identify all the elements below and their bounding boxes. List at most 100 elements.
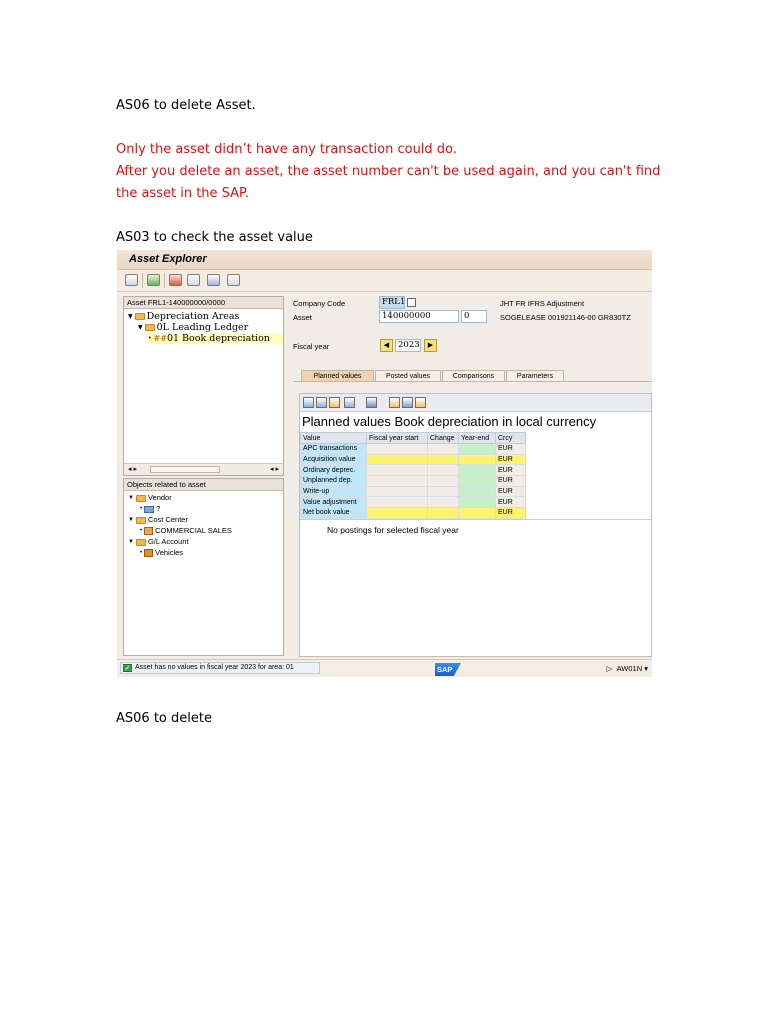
table-row[interactable]: Ordinary deprec. EUR <box>300 464 526 477</box>
tree-node-book-depreciation[interactable]: • ##01 Book depreciation <box>148 333 283 344</box>
note-line-3: the asset in the SAP. <box>116 186 249 201</box>
graphic-icon[interactable] <box>415 397 426 408</box>
column-header-fiscal-year-start[interactable]: Fiscal year start <box>366 432 428 444</box>
dropdown-arrow-icon[interactable]: ▾ <box>644 664 648 673</box>
tree-node-label: G/L Account <box>147 537 189 546</box>
tree-node-vendor[interactable]: ▼ Vendor <box>128 493 172 503</box>
folder-icon <box>134 313 145 320</box>
print-icon[interactable] <box>303 397 314 408</box>
note-line-1: Only the asset didn’t have any transacti… <box>116 142 457 157</box>
tree-node-label: ? <box>156 504 161 513</box>
row-label: Ordinary deprec. <box>300 464 367 477</box>
settings-icon[interactable] <box>207 274 220 286</box>
transfer-icon[interactable] <box>187 274 200 286</box>
column-header-year-end[interactable]: Year-end <box>458 432 496 444</box>
tree-node-cost-center-value[interactable]: • COMMERCIAL SALES <box>140 526 232 536</box>
fiscal-year-start-cell <box>366 464 428 477</box>
tree-horizontal-scrollbar[interactable]: ◂ ▸ ◂ ▸ <box>124 463 283 475</box>
next-year-button[interactable]: ▶ <box>424 339 437 352</box>
table-row[interactable]: Acquisition value EUR <box>300 453 526 466</box>
currency-cell: EUR <box>495 443 526 455</box>
company-name: JHT FR IFRS Adjustment <box>500 299 585 308</box>
refresh-icon[interactable] <box>125 274 138 286</box>
heading-as06-delete-asset: AS06 to delete Asset. <box>116 98 256 113</box>
sum-icon[interactable] <box>344 397 355 408</box>
tree-node-gl-account-value[interactable]: • Vehicles <box>140 548 183 558</box>
currency-cell: EUR <box>495 453 526 466</box>
currency-cell: EUR <box>495 464 526 477</box>
currency-cell: EUR <box>495 507 526 519</box>
toolbar-separator <box>164 273 165 288</box>
list-icon[interactable] <box>227 274 240 286</box>
fiscal-year-label: Fiscal year <box>293 342 330 351</box>
scroll-left-icon[interactable]: ◂ ▸ <box>128 464 137 475</box>
table-row[interactable]: Value adjustment EUR <box>300 496 526 509</box>
folder-icon <box>135 516 146 524</box>
scroll-thumb[interactable] <box>150 466 220 473</box>
expand-triangle-icon[interactable]: ▼ <box>138 322 143 333</box>
year-end-cell <box>458 464 496 477</box>
expand-arrow-icon[interactable]: ▷ <box>607 664 613 673</box>
fiscal-year-start-cell <box>366 496 428 509</box>
expand-triangle-icon[interactable]: ▼ <box>128 515 134 525</box>
sap-asset-explorer-window: Asset Explorer Asset FRL1-140000000/0000… <box>117 250 652 677</box>
column-header-crcy[interactable]: Crcy <box>495 432 526 444</box>
system-transaction: AW01N <box>616 664 643 673</box>
tree-node-label: COMMERCIAL SALES <box>155 526 232 535</box>
display-icon[interactable] <box>407 298 416 307</box>
column-header-value[interactable]: Value <box>300 432 367 444</box>
asset-tree-pane: Asset FRL1-140000000/0000 ▼ Depreciation … <box>123 296 284 476</box>
asset-number-field[interactable]: 140000000 <box>379 310 459 323</box>
pane-splitter[interactable] <box>300 519 651 523</box>
table-row[interactable]: Unplanned dep. EUR <box>300 475 526 487</box>
change-cell <box>427 485 459 498</box>
fiscal-year-start-cell <box>366 507 428 519</box>
related-objects-pane: Objects related to asset ▼ Vendor •? ▼ Cos… <box>123 478 284 656</box>
dropdown-icon[interactable] <box>329 397 340 408</box>
expand-triangle-icon[interactable]: ▼ <box>128 493 134 503</box>
folder-icon <box>135 494 146 502</box>
success-check-icon: ✓ <box>123 664 132 672</box>
row-label: Net book value <box>300 507 367 519</box>
scroll-right-icon[interactable]: ◂ ▸ <box>270 464 279 475</box>
tree-node-leading-ledger[interactable]: ▼ 0L Leading Ledger <box>138 322 248 333</box>
leaf-bullet-icon: • <box>148 335 152 342</box>
title-bar: Asset Explorer <box>117 250 652 270</box>
currency-cell: EUR <box>495 475 526 487</box>
table-row[interactable]: APC transactions EUR <box>300 443 526 455</box>
expand-triangle-icon[interactable]: ▼ <box>128 311 133 322</box>
change-cell <box>427 443 459 455</box>
info-icon[interactable] <box>366 397 377 408</box>
status-message-box[interactable]: ✓ Asset has no values in fiscal year 202… <box>120 662 320 674</box>
tree-node-vendor-value[interactable]: •? <box>140 504 160 514</box>
previous-year-button[interactable]: ◀ <box>380 339 393 352</box>
export-icon[interactable] <box>389 397 400 408</box>
asset-description: SOGELEASE 001921146-00 GR830TZ <box>500 313 631 322</box>
currency-cell: EUR <box>495 485 526 498</box>
expand-triangle-icon[interactable]: ▼ <box>128 537 134 547</box>
fiscal-year-field[interactable]: 2023 <box>395 339 421 352</box>
fiscal-year-start-cell <box>366 443 428 455</box>
planned-values-content: Planned values Book depreciation in loca… <box>299 393 652 657</box>
layout-icon[interactable] <box>147 274 160 286</box>
company-code-field[interactable]: FRL1 <box>379 296 405 309</box>
row-label: Write-up <box>300 485 367 498</box>
heading-as03-check: AS03 to check the asset value <box>116 230 313 245</box>
asset-icon[interactable] <box>169 274 182 286</box>
alv-toolbar <box>300 394 651 412</box>
tree-node-gl-account[interactable]: ▼ G/L Account <box>128 537 189 547</box>
folder-icon <box>135 538 146 546</box>
table-row[interactable]: Net book value EUR <box>300 507 526 519</box>
tree-node-depreciation-areas[interactable]: ▼ Depreciation Areas <box>128 311 239 322</box>
tree-node-label: Vehicles <box>155 548 184 557</box>
status-message: Asset has no values in fiscal year 2023 … <box>135 664 294 671</box>
layout-icon[interactable] <box>402 397 413 408</box>
asset-subnumber-field[interactable]: 0 <box>461 310 487 323</box>
system-info[interactable]: ▷ AW01N ▾ <box>607 664 648 674</box>
find-icon[interactable] <box>316 397 327 408</box>
row-label: Value adjustment <box>300 496 367 509</box>
column-header-change[interactable]: Change <box>427 432 459 444</box>
table-row[interactable]: Write-up EUR <box>300 485 526 498</box>
fiscal-year-start-cell <box>366 485 428 498</box>
tree-node-cost-center[interactable]: ▼ Cost Center <box>128 515 188 525</box>
